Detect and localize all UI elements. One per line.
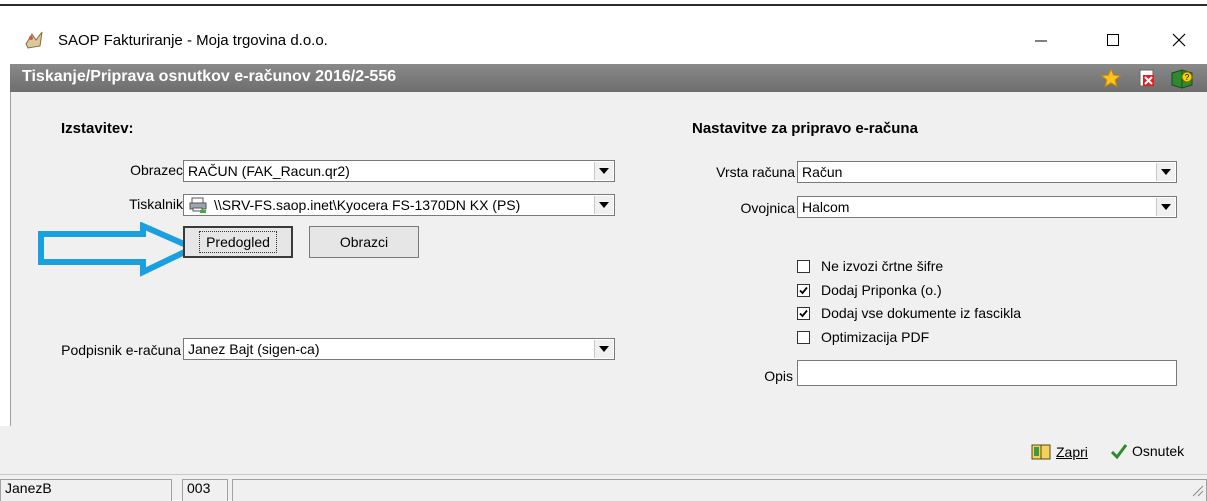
checkbox-label: Dodaj Priponka (o.) [821,282,942,298]
book-icon [1031,444,1051,460]
ovojnica-label: Ovojnica [740,200,795,216]
checkbox-label: Ne izvozi črtne šifre [821,258,944,274]
chevron-down-icon[interactable] [1156,163,1175,181]
opis-label: Opis [764,368,793,384]
close-button[interactable] [1156,20,1202,60]
status-user: JanezB [0,479,172,501]
obrazec-select[interactable]: RAČUN (FAK_Racun.qr2) [183,160,615,182]
tiskalnik-select[interactable]: \\SRV-FS.saop.inet\Kyocera FS-1370DN KX … [183,194,615,216]
status-bar: JanezB 003 [0,474,1207,501]
tiskalnik-label: Tiskalnik [129,196,183,212]
left-section-title: Izstavitev: [61,120,134,137]
highlight-arrow-icon [38,222,201,277]
close-form-label: Zapri [1056,444,1088,460]
close-form-button[interactable]: Zapri [1030,442,1088,462]
opis-input[interactable] [797,360,1177,386]
signer-select[interactable]: Janez Bajt (sigen-ca) [183,338,615,360]
main-panel: Izstavitev: Obrazec RAČUN (FAK_Racun.qr2… [10,92,1207,426]
checkbox[interactable] [797,260,810,273]
chevron-down-icon[interactable] [594,196,613,214]
chevron-down-icon[interactable] [594,340,613,358]
obrazec-label: Obrazec [130,162,183,178]
forms-button[interactable]: Obrazci [309,226,419,258]
chevron-down-icon[interactable] [1156,198,1175,216]
checkbox[interactable] [797,307,810,320]
star-icon[interactable] [1100,67,1122,89]
obrazec-value: RAČUN (FAK_Racun.qr2) [188,163,350,179]
vrsta-racuna-label: Vrsta računa [716,164,795,180]
status-code: 003 [182,479,228,501]
preview-button-label: Predogled [199,231,277,253]
right-section-title: Nastavitve za pripravo e-računa [692,120,918,137]
tiskalnik-value: \\SRV-FS.saop.inet\Kyocera FS-1370DN KX … [214,197,521,213]
maximize-button[interactable] [1090,20,1136,60]
draft-button[interactable]: Osnutek [1110,442,1184,460]
app-icon [22,28,46,52]
chevron-down-icon[interactable] [594,162,613,180]
printer-icon [188,196,208,217]
form-title: Tiskanje/Priprava osnutkov e-računov 201… [22,68,397,85]
svg-text:?: ? [1185,73,1190,82]
status-message [232,479,1207,501]
checkbox[interactable] [797,284,810,297]
checkmark-icon [1110,444,1128,460]
form-header: Tiskanje/Priprava osnutkov e-računov 201… [10,64,1207,92]
minimize-button[interactable] [1018,20,1064,60]
footer-bar: Zapri Osnutek [0,426,1207,474]
ovojnica-select[interactable]: Halcom [797,196,1177,218]
vrsta-racuna-value: Račun [802,164,843,180]
resize-grip-icon[interactable] [1190,483,1204,497]
checkbox[interactable] [797,331,810,344]
signer-value: Janez Bajt (sigen-ca) [188,341,320,357]
checkbox-label: Optimizacija PDF [821,329,930,345]
window-titlebar[interactable]: SAOP Fakturiranje - Moja trgovina d.o.o. [0,6,1207,62]
draft-label: Osnutek [1132,443,1185,459]
vrsta-racuna-select[interactable]: Račun [797,161,1177,183]
minimize-icon [1035,40,1047,42]
preview-button[interactable]: Predogled [183,226,293,258]
signer-label: Podpisnik e-računa [61,342,181,358]
help-icon[interactable]: ? [1170,67,1193,89]
ovojnica-value: Halcom [802,199,850,215]
close-icon [1172,33,1186,47]
window-title: SAOP Fakturiranje - Moja trgovina d.o.o. [58,32,328,49]
checkbox-label: Dodaj vse dokumente iz fascikla [821,305,1021,321]
maximize-icon [1107,34,1119,46]
delete-icon[interactable] [1136,67,1158,89]
forms-button-label: Obrazci [339,234,389,250]
